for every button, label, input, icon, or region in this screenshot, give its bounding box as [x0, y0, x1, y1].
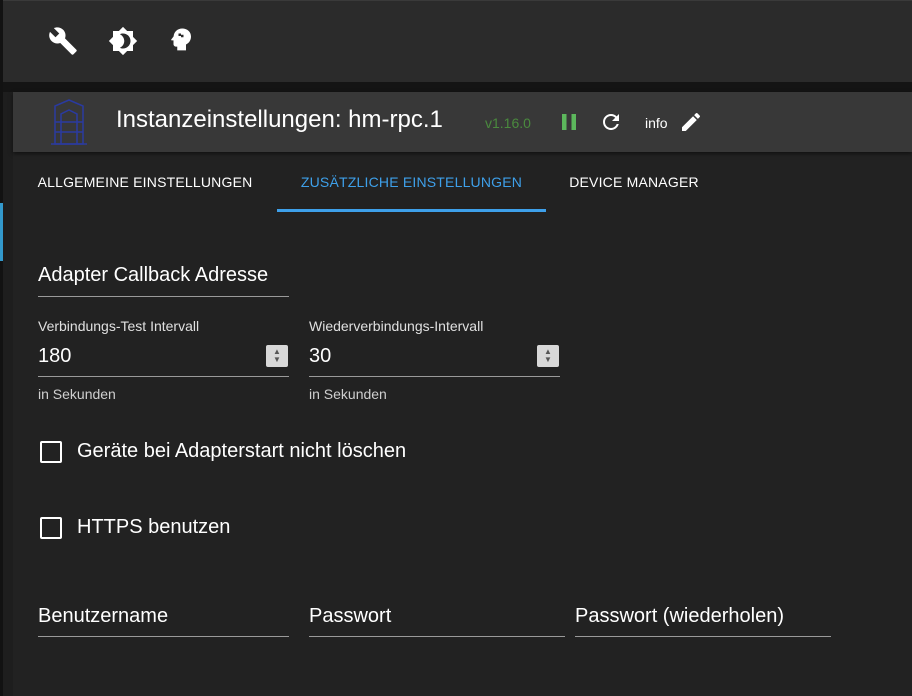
username-input[interactable]: Benutzername	[38, 605, 168, 628]
dont-delete-devices-checkbox[interactable]	[40, 441, 62, 463]
use-https-checkbox[interactable]	[40, 517, 62, 539]
check-interval-label: Verbindungs-Test Intervall	[38, 318, 200, 334]
settings-tabs: Allgemeine Einstellungen Zusätzliche Ein…	[13, 152, 912, 212]
reconnect-interval-stepper[interactable]: ▲ ▼	[537, 345, 559, 367]
tab-general-settings[interactable]: Allgemeine Einstellungen	[13, 152, 277, 212]
reconnect-interval-helper: in Sekunden	[309, 386, 387, 402]
use-https-label: HTTPS benutzen	[77, 516, 231, 538]
dont-delete-devices-label: Geräte bei Adapterstart nicht löschen	[77, 440, 407, 462]
active-tab-indicator	[277, 209, 546, 212]
password-input[interactable]: Passwort	[309, 605, 391, 628]
check-interval-helper: in Sekunden	[38, 386, 116, 402]
check-interval-input[interactable]: 180	[38, 345, 71, 368]
dialog-title: Instanzeinstellungen: hm-rpc.1	[116, 106, 443, 133]
toolbar-separator	[3, 82, 912, 92]
password-repeat-underline	[575, 636, 831, 637]
restart-instance-button[interactable]	[597, 108, 625, 136]
edit-pencil-icon[interactable]	[677, 108, 705, 136]
callback-address-input[interactable]: Adapter Callback Adresse	[38, 264, 268, 287]
dialog-header: Instanzeinstellungen: hm-rpc.1 v1.16.0 i…	[13, 92, 912, 152]
username-underline	[38, 636, 289, 637]
tab-additional-settings[interactable]: Zusätzliche Einstellungen	[277, 152, 546, 212]
info-link[interactable]: info	[645, 115, 668, 131]
pause-instance-button[interactable]	[555, 108, 583, 136]
adapter-logo-icon	[49, 96, 89, 148]
wrench-icon[interactable]	[47, 25, 79, 57]
tab-device-manager[interactable]: Device Manager	[546, 152, 722, 212]
check-interval-stepper[interactable]: ▲ ▼	[266, 345, 288, 367]
callback-address-underline	[38, 296, 289, 297]
brightness-icon[interactable]	[107, 25, 139, 57]
top-toolbar	[3, 0, 912, 82]
password-repeat-input[interactable]: Passwort (wiederholen)	[575, 605, 784, 628]
left-sidebar-active-indicator	[0, 203, 3, 261]
expert-mode-icon[interactable]	[165, 25, 197, 57]
version-label: v1.16.0	[485, 115, 531, 131]
reconnect-interval-label: Wiederverbindungs-Intervall	[309, 318, 484, 334]
left-sidebar-strip	[0, 0, 3, 696]
reconnect-interval-underline	[309, 376, 560, 377]
app-window: Instanzeinstellungen: hm-rpc.1 v1.16.0 i…	[0, 0, 912, 696]
password-underline	[309, 636, 565, 637]
instance-settings-dialog: Instanzeinstellungen: hm-rpc.1 v1.16.0 i…	[13, 92, 912, 696]
reconnect-interval-input[interactable]: 30	[309, 345, 331, 368]
check-interval-underline	[38, 376, 289, 377]
